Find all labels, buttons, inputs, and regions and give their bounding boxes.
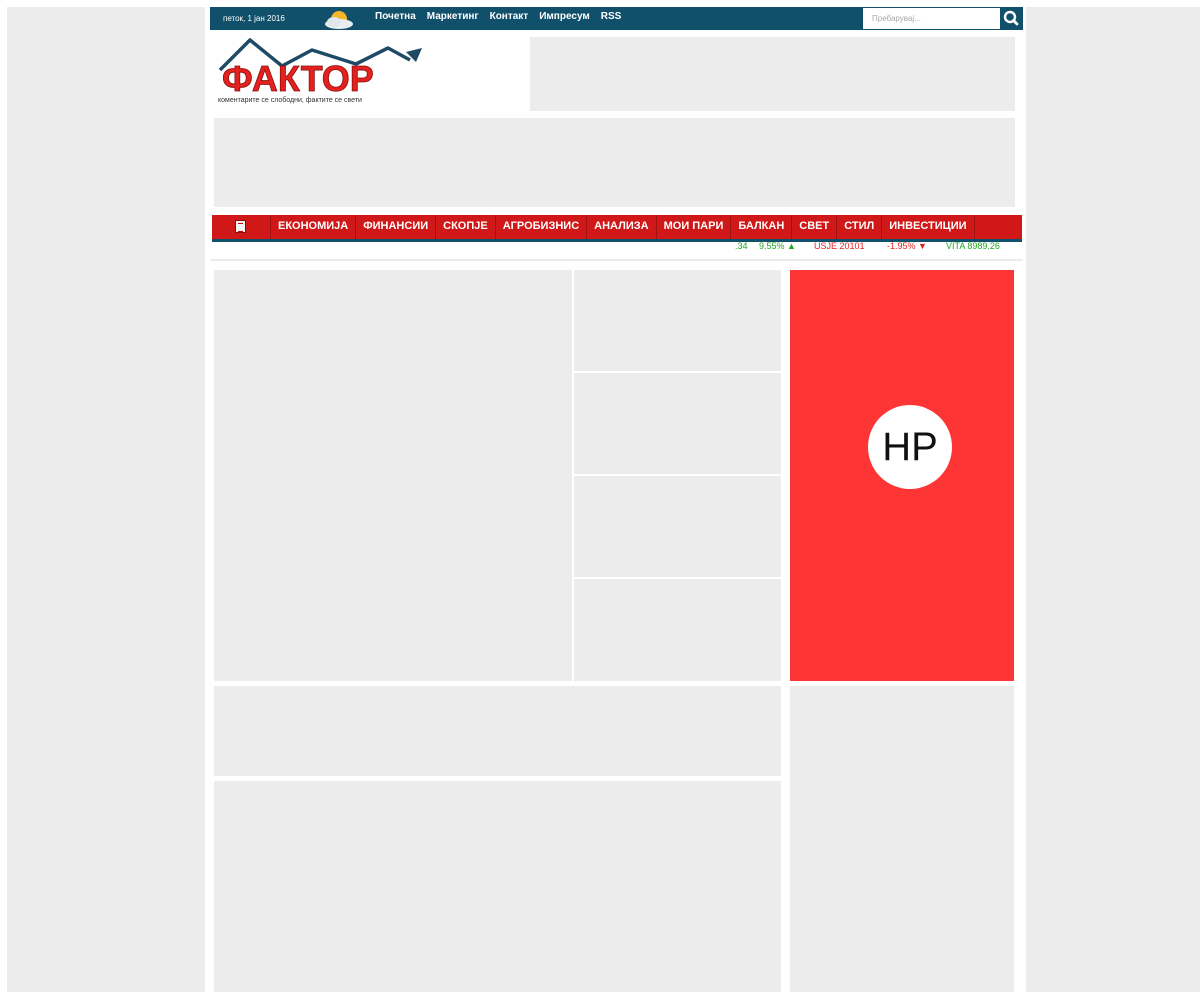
nav-item-skopje[interactable]: СКОПЈЕ [436,215,496,239]
content-section[interactable] [214,781,781,992]
divider [210,259,1023,261]
featured-article-card[interactable] [214,270,572,681]
top-link-contact[interactable]: Контакт [490,11,529,22]
article-card[interactable] [574,373,781,474]
page-wrapper: петок, 1 јан 2016 Почетна Маркетинг Конт… [210,7,1023,992]
wide-ad-banner[interactable] [214,118,1015,207]
nav-item-style[interactable]: СТИЛ [837,215,883,239]
article-card[interactable] [574,476,781,577]
article-card[interactable] [574,270,781,371]
top-link-marketing[interactable]: Маркетинг [427,11,479,22]
ticker-symbol-vita: VITA 8989.26 [946,241,1000,251]
article-card[interactable] [574,579,781,681]
top-link-impressum[interactable]: Импресум [539,11,590,22]
nav-item-world[interactable]: СВЕТ [792,215,838,239]
header-ad-banner[interactable] [530,37,1015,111]
nav-item-investments[interactable]: ИНВЕСТИЦИИ [882,215,975,239]
search-input[interactable] [863,8,1000,29]
search-icon [1003,10,1019,26]
hp-logo: HP [868,405,952,489]
ticker-change: -1.95% ▼ [887,241,927,251]
nav-item-analysis[interactable]: АНАЛИЗА [587,215,657,239]
content-banner[interactable] [214,686,781,776]
nav-home-button[interactable] [212,215,271,239]
top-links: Почетна Маркетинг Контакт Импресум RSS [375,11,621,22]
top-link-rss[interactable]: RSS [601,11,622,22]
nav-item-my-money[interactable]: МОИ ПАРИ [657,215,732,239]
search-button[interactable] [1000,8,1022,29]
ticker-value: .34 [735,241,748,251]
ticker-change: 9.55% ▲ [759,241,796,251]
nav-item-agrobusiness[interactable]: АГРОБИЗНИС [496,215,588,239]
newspaper-icon [235,220,246,233]
left-background [7,7,205,992]
top-bar: петок, 1 јан 2016 Почетна Маркетинг Конт… [210,7,1023,30]
stock-ticker: .34 9.55% ▲ USJE 20101 -1.95% ▼ VITA 898… [210,241,1020,255]
main-navigation: ЕКОНОМИЈА ФИНАНСИИ СКОПЈЕ АГРОБИЗНИС АНА… [212,215,1022,242]
nav-item-finance[interactable]: ФИНАНСИИ [356,215,437,239]
nav-item-economy[interactable]: ЕКОНОМИЈА [271,215,357,239]
svg-text:ФАКТОР: ФАКТОР [222,58,374,99]
hp-advertisement[interactable]: HP [790,270,1014,681]
top-link-home[interactable]: Почетна [375,11,416,22]
partly-cloudy-icon [325,11,353,29]
sidebar-widget[interactable] [790,686,1014,992]
logo-tagline: коментарите се слободни, фактите се свет… [218,97,362,104]
ticker-symbol-usje: USJE 20101 [814,241,865,251]
nav-item-balkan[interactable]: БАЛКАН [731,215,793,239]
current-date: петок, 1 јан 2016 [223,14,285,23]
right-background [1026,7,1200,992]
